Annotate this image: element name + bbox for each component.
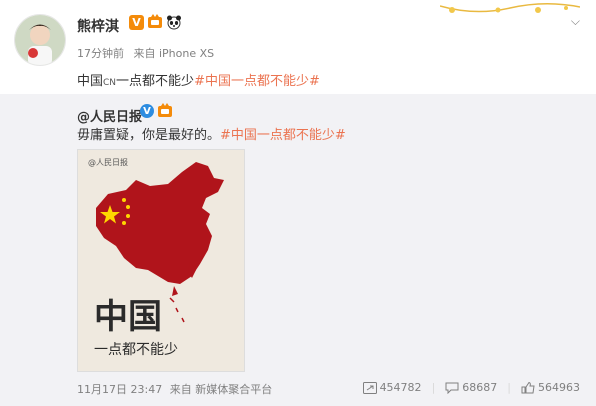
verified-blue-icon[interactable]: V — [140, 104, 154, 118]
poster-subtitle: 一点都不能少 — [94, 342, 178, 358]
fan-badge-icon[interactable] — [157, 103, 173, 119]
author-badges: V — [129, 14, 182, 30]
comment-count: 68687 — [462, 381, 498, 394]
repost-author-badges: V — [140, 103, 173, 119]
topic-link[interactable]: #中国一点都不能少# — [194, 74, 320, 89]
vip-badge-icon[interactable]: V — [129, 14, 144, 30]
avatar[interactable] — [14, 14, 66, 66]
panda-icon — [167, 15, 181, 30]
post-meta: 17分钟前 来自 iPhone XS — [77, 45, 220, 61]
post-text: 中国CN一点都不能少#中国一点都不能少# — [77, 70, 320, 89]
post-time[interactable]: 17分钟前 — [77, 47, 124, 60]
repost-time[interactable]: 11月17日 23:47 — [77, 383, 162, 396]
repost-author[interactable]: @人民日报 — [77, 106, 142, 125]
repost-button[interactable]: 454782 — [362, 381, 422, 394]
author-name[interactable]: 熊梓淇 — [77, 16, 119, 36]
like-button[interactable]: 564963 — [521, 381, 580, 394]
like-icon — [521, 381, 535, 393]
repost-topic-link[interactable]: #中国一点都不能少# — [220, 128, 346, 143]
repost-source: 来自 新媒体聚合平台 — [169, 383, 273, 396]
repost-actions: 454782 | 68687 | 564963 — [362, 381, 580, 394]
divider: | — [431, 381, 436, 394]
comment-button[interactable]: 68687 — [445, 381, 497, 394]
fan-badge-icon[interactable] — [147, 14, 163, 30]
repost-text-body: 毋庸置疑，你是最好的。 — [77, 128, 221, 143]
repost-footer-meta: 11月17日 23:47 来自 新媒体聚合平台 — [77, 381, 276, 397]
post-text-part2: 一点都不能少 — [116, 74, 195, 89]
repost-icon — [362, 381, 377, 394]
comment-icon — [445, 382, 459, 394]
avatar-image — [15, 15, 65, 65]
poster-watermark: @人民日报 — [88, 157, 128, 167]
more-menu-chevron-down-icon[interactable]: ⌵ — [571, 14, 580, 29]
like-count: 564963 — [538, 381, 580, 394]
divider: | — [507, 381, 511, 394]
post-text-cn: CN — [103, 78, 117, 88]
poster-big-title: 中国 — [94, 297, 162, 337]
repost-text: 毋庸置疑，你是最好的。#中国一点都不能少# — [77, 124, 346, 143]
reposted-weibo: @人民日报 V 毋庸置疑，你是最好的。#中国一点都不能少# @人民日报 中国 一… — [0, 94, 596, 406]
repost-count: 454782 — [379, 381, 422, 394]
post-text-part1: 中国 — [77, 74, 104, 89]
decoration-garland-icon — [440, 2, 580, 13]
china-map-poster: @人民日报 中国 一点都不能少 — [78, 150, 244, 371]
post-source: 来自 iPhone XS — [133, 47, 215, 60]
weibo-card: ⌵ 熊梓淇 V 17分钟前 来自 iPhone XS 中国CN一点都不能少#中国… — [0, 0, 596, 406]
repost-image[interactable]: @人民日报 中国 一点都不能少 — [77, 149, 245, 372]
